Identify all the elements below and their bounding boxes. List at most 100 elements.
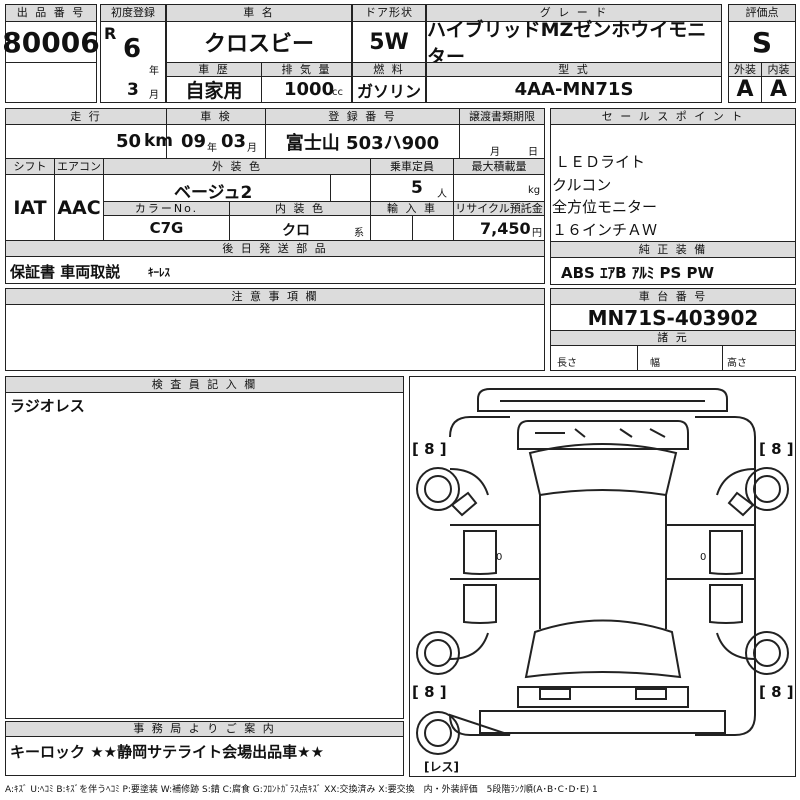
history-label: 車 歴 [166,62,262,77]
tread-rear-left: [ 8 ] [412,683,447,701]
office-notice-cell: キーロック ★★静岡サテライト会場出品車★★ [5,736,404,776]
inspection-cell: 09 年 03 月 [166,124,266,159]
equipment-cell: ABS ｴｱB ｱﾙﾐ PS PW [550,257,796,285]
inspection-year-unit: 年 [207,143,217,154]
spec-height-cell: 高さ [722,345,796,371]
later-parts-keyless: ｷｰﾚｽ [148,266,170,279]
transfer-deadline-cell: 月 日 [459,124,545,159]
max-load-cell: kg [453,174,545,202]
displacement-label: 排 気 量 [261,62,352,77]
tread-front-right: [ 8 ] [759,440,794,458]
recycle-cell: 7,450 円 [453,215,545,241]
mileage-cell: 50 km [5,124,173,159]
sales-point-item: ＬＥＤライト [555,153,646,171]
import-label: 輸 入 車 [370,201,454,216]
later-parts-cell: 保証書 車両取説 ｷｰﾚｽ [5,256,545,284]
mileage-label: 走 行 [5,108,167,125]
sales-points-cell: ＬＥＤライト クルコン 全方位モニター １６インチＡＷ [550,124,796,242]
later-parts-text: 保証書 車両取説 [10,263,121,281]
office-notice-text: キーロック ★★静岡サテライト会場出品車★★ [10,743,325,761]
inspector-label: 検 査 員 記 入 欄 [5,376,404,393]
month-unit: 月 [149,90,159,101]
interior-color-label: 内 装 色 [229,201,371,216]
aircon-label: エアコン [54,158,104,175]
overall-score: S [728,21,796,63]
sales-points-label: セ ー ル ス ポ イ ン ト [550,108,796,125]
equipment-label: 純 正 装 備 [550,241,796,258]
interior-grade: A [761,76,796,103]
spec-width-label: 幅 [650,358,660,369]
spec-width-cell: 幅 [637,345,723,371]
aircon: AAC [54,174,104,241]
shift: IAT [5,174,55,241]
exterior-color-cell: ベージュ2 [103,174,371,203]
notes-cell [5,304,545,371]
spare-tire-note: [レス] [424,760,459,774]
lot-number: 80006 [2,21,100,63]
tread-front-left: [ 8 ] [412,440,447,458]
first-registration-label: 初度登録 [100,4,166,22]
spec-length-label: 長さ [557,358,577,369]
grade: ハイブリッドMZゼンホウイモニター [426,19,722,68]
office-notice-label: 事 務 局 よ り ご 案 内 [5,721,404,737]
interior-color: クロ [282,223,310,239]
capacity-unit: 人 [437,189,447,200]
score-label: 評価点 [728,4,796,22]
fuel: ガソリン [352,76,426,103]
capacity: 5 [411,178,423,198]
door-type: 5W [352,21,426,63]
max-load-unit: kg [528,185,541,196]
plate-label: 登 録 番 号 [265,108,460,125]
exterior-color-label: 外 装 色 [103,158,371,175]
spec-height-label: 高さ [727,358,747,369]
chassis-number: MN71S-403902 [550,304,796,331]
later-parts-label: 後 日 発 送 部 品 [5,240,545,257]
damage-diagram: [ 8 ] [ 8 ] [ 8 ] [ 8 ] [レス] 0 0 [409,376,796,777]
color-number-label: カラーNo. [103,201,230,216]
sales-point-item: 全方位モニター [552,198,658,216]
car-name: クロスビー [166,21,352,63]
sales-point-item: クルコン [552,176,612,194]
damage-legend: A:ｷｽﾞ U:ﾍｺﾐ B:ｷｽﾞを伴うﾍｺﾐ P:要塗装 W:補修跡 S:錆 … [5,785,598,795]
notes-label: 注 意 事 項 欄 [5,288,545,305]
recycle-unit: 円 [532,228,542,239]
registration-month: 3 [127,80,139,100]
history: 自家用 [166,76,262,103]
equipment-text: ABS ｴｱB ｱﾙﾐ PS PW [561,264,715,282]
recycle-fee: 7,450 [480,219,531,238]
interior-grade-label: 内装 [761,62,796,77]
capacity-label: 乗車定員 [370,158,454,175]
plate-number: 富士山 503ハ900 [265,124,460,159]
tread-rear-right: [ 8 ] [759,683,794,701]
inspection-month-unit: 月 [247,143,257,154]
era-mark: R [104,24,117,43]
model-label: 型 式 [426,62,722,77]
mileage: 50 [116,131,142,152]
first-registration-cell: R 6 年 3 月 [100,21,166,103]
capacity-cell: 5 人 [370,174,454,202]
inspection-label: 車 検 [166,108,266,125]
displacement-unit: cc [332,87,343,98]
sales-point-item: １６インチＡＷ [552,221,658,239]
exterior-color: ベージュ2 [174,183,253,203]
transfer-month-unit: 月 [490,147,500,158]
interior-color-suffix: 系 [354,228,364,239]
lot-blank-cell [5,62,97,103]
recycle-label: リサイクル預託金 [453,201,545,216]
inspection-year: 09 [181,131,207,152]
inspector-text: ラジオレス [10,397,85,415]
exterior-grade: A [728,76,762,103]
spec-label: 諸 元 [550,330,796,346]
door-mark-right: 0 [700,552,707,563]
spec-length-cell: 長さ [550,345,638,371]
transfer-day-unit: 日 [528,147,538,158]
interior-color-cell: クロ 系 [229,215,371,241]
registration-year: 6 [123,34,142,64]
door-mark-left: 0 [496,552,503,563]
chassis-label: 車 台 番 号 [550,288,796,305]
lot-number-label: 出 品 番 号 [5,4,97,22]
car-outline-diagram [416,388,789,755]
max-load-label: 最大積載量 [453,158,545,175]
exterior-grade-label: 外装 [728,62,762,77]
transfer-deadline-label: 譲渡書類期限 [459,108,545,125]
